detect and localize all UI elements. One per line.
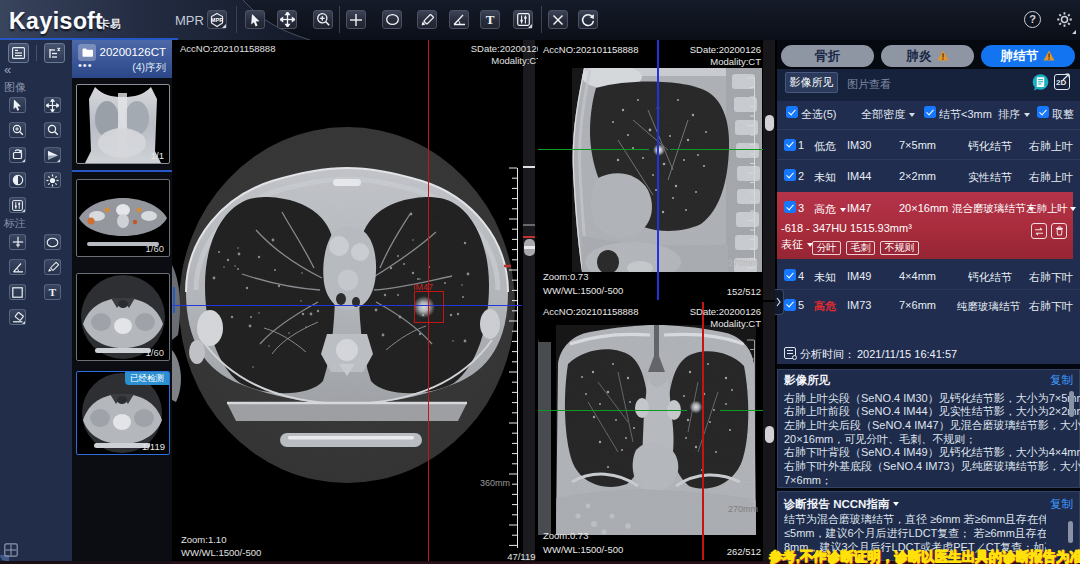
- svg-text:MPR: MPR: [211, 17, 223, 23]
